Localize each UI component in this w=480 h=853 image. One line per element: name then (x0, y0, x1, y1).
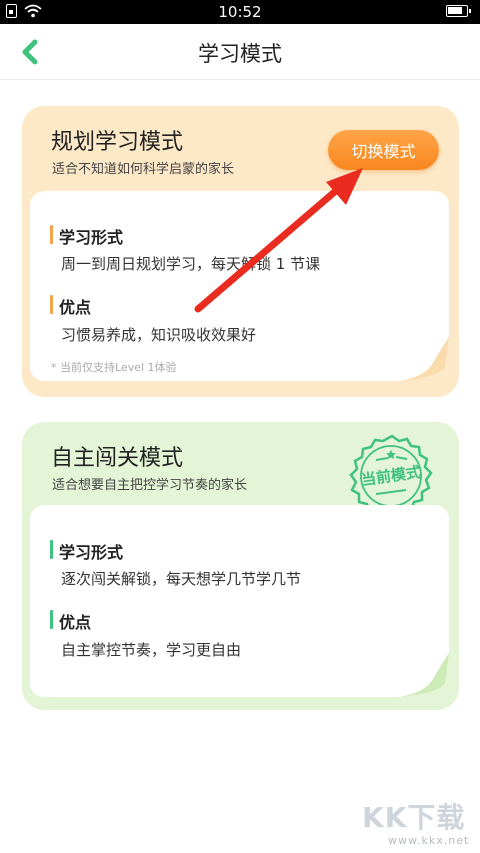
stamp-text: 当前模式 (360, 463, 422, 489)
watermark: KK下载 www.kkx.net (362, 796, 472, 850)
status-time: 10:52 (218, 3, 262, 21)
page-fold-corner-icon (399, 337, 449, 381)
free-form-text: 逐次闯关解锁，每天想学几节学几节 (61, 570, 302, 588)
free-merit-text: 自主掌控节奏，学习更自由 (61, 641, 242, 659)
status-bar: 10:52 (0, 0, 480, 24)
plan-footnote: * 当前仅支持Level 1体验 (51, 361, 177, 374)
free-merit-heading: 优点 (50, 609, 91, 633)
free-info-panel: 学习形式 逐次闯关解锁，每天想学几节学几节 优点 自主掌控节奏，学习更自由 (30, 505, 449, 697)
free-mode-card[interactable]: 自主闯关模式 适合想要自主把控学习节奏的家长 当前模式 学习形式 逐次闯关解锁，… (22, 422, 459, 710)
plan-form-text: 周一到周日规划学习，每天解锁 1 节课 (61, 255, 321, 273)
free-mode-desc: 适合想要自主把控学习节奏的家长 (52, 478, 248, 493)
watermark-logo: KK下载 (362, 801, 466, 834)
watermark-url: www.kkx.net (388, 834, 470, 847)
plan-mode-desc: 适合不知道如何科学启蒙的家长 (52, 162, 235, 177)
free-form-heading: 学习形式 (50, 539, 123, 563)
plan-info-panel: 学习形式 周一到周日规划学习，每天解锁 1 节课 优点 习惯易养成，知识吸收效果… (30, 191, 449, 381)
plan-merit-text: 习惯易养成，知识吸收效果好 (61, 326, 257, 344)
free-mode-title: 自主闯关模式 (51, 446, 184, 471)
page-title: 学习模式 (198, 42, 282, 66)
plan-mode-title: 规划学习模式 (51, 130, 184, 155)
plan-merit-heading: 优点 (50, 294, 91, 318)
page-fold-corner-icon (399, 653, 449, 697)
plan-mode-card[interactable]: 规划学习模式 适合不知道如何科学启蒙的家长 切换模式 学习形式 周一到周日规划学… (22, 106, 459, 397)
battery-icon (446, 5, 471, 17)
nav-bar: 学习模式 (0, 24, 480, 80)
plan-form-heading: 学习形式 (50, 224, 123, 248)
switch-mode-button[interactable]: 切换模式 (328, 130, 439, 170)
